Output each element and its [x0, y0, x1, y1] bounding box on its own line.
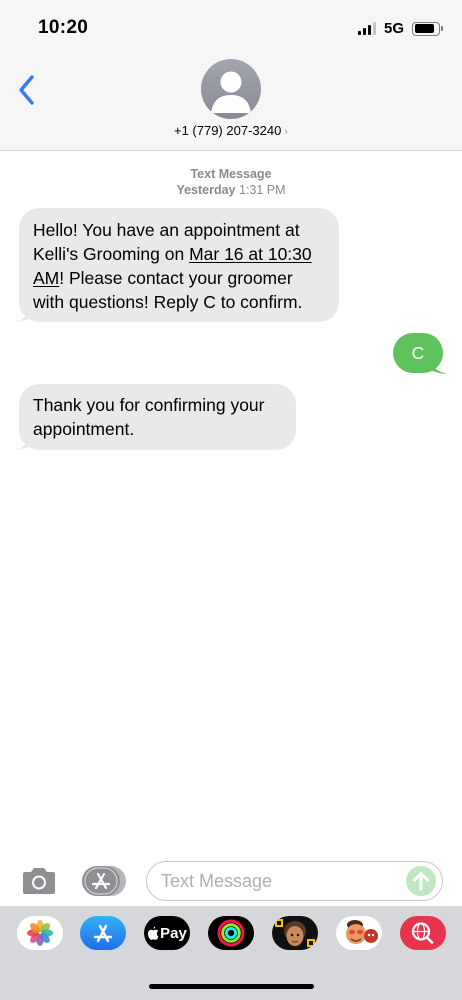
status-time: 10:20 [38, 17, 89, 38]
message-line: Kelli's Grooming on Mar 16 at 10:30 [33, 244, 312, 264]
send-button[interactable] [406, 866, 436, 896]
thread-timestamp: Text Message Yesterday 1:31 PM [0, 166, 462, 198]
message-text: C [411, 343, 425, 363]
memoji-app-icon[interactable] [272, 916, 318, 950]
message-line: AM! Please contact your groomer [33, 268, 293, 288]
date-link[interactable]: Mar 16 at 10:30 [189, 244, 312, 264]
app-store-app-icon[interactable] [80, 916, 126, 950]
message-bubble-incoming[interactable]: Hello! You have an appointment at Kelli'… [19, 208, 339, 322]
apple-pay-app-icon[interactable]: Pay [144, 916, 190, 950]
animoji-app-icon[interactable] [336, 916, 382, 950]
message-input[interactable] [161, 871, 401, 892]
message-line: Hello! You have an appointment at [33, 220, 300, 240]
message-line: Thank you for confirming your [33, 395, 265, 415]
app-store-icon [82, 866, 126, 896]
network-type: 5G [383, 20, 404, 37]
battery-level [414, 24, 435, 33]
chevron-right-icon: › [284, 126, 288, 138]
date-link-continued[interactable]: AM [33, 268, 59, 288]
status-indicators: 5G [357, 20, 443, 37]
contact-name[interactable]: +1 (779) 207-3240 › [0, 123, 462, 138]
contact-avatar[interactable] [201, 59, 261, 119]
apple-pay-label: Pay [160, 924, 187, 942]
camera-button[interactable] [20, 867, 58, 895]
message-bubble-incoming[interactable]: Thank you for confirming your appointmen… [19, 384, 296, 450]
photos-app-icon[interactable] [17, 916, 63, 950]
message-line: with questions! Reply C to confirm. [33, 292, 303, 312]
battery-icon [412, 21, 443, 36]
chevron-left-icon [19, 75, 34, 105]
apps-button[interactable] [82, 866, 126, 896]
message-time: 1:31 PM [239, 183, 286, 197]
web-search-app-icon[interactable] [400, 916, 446, 950]
camera-icon [23, 868, 55, 894]
contact-number: +1 (779) 207-3240 [173, 123, 282, 138]
message-day: Yesterday [176, 183, 236, 197]
message-bubble-outgoing[interactable]: C [393, 333, 443, 373]
signal-icon [357, 22, 376, 35]
message-input-container[interactable] [146, 861, 443, 901]
person-silhouette-icon [211, 71, 251, 113]
message-line: appointment. [33, 419, 135, 439]
status-bar: 10:20 5G [0, 0, 462, 56]
back-button[interactable] [16, 74, 40, 106]
compose-bar [0, 857, 462, 905]
message-datetime: Yesterday 1:31 PM [0, 182, 462, 198]
service-label: Text Message [190, 167, 272, 181]
activity-app-icon[interactable] [208, 916, 254, 950]
home-indicator[interactable] [149, 984, 314, 989]
arrow-up-icon [413, 872, 429, 891]
